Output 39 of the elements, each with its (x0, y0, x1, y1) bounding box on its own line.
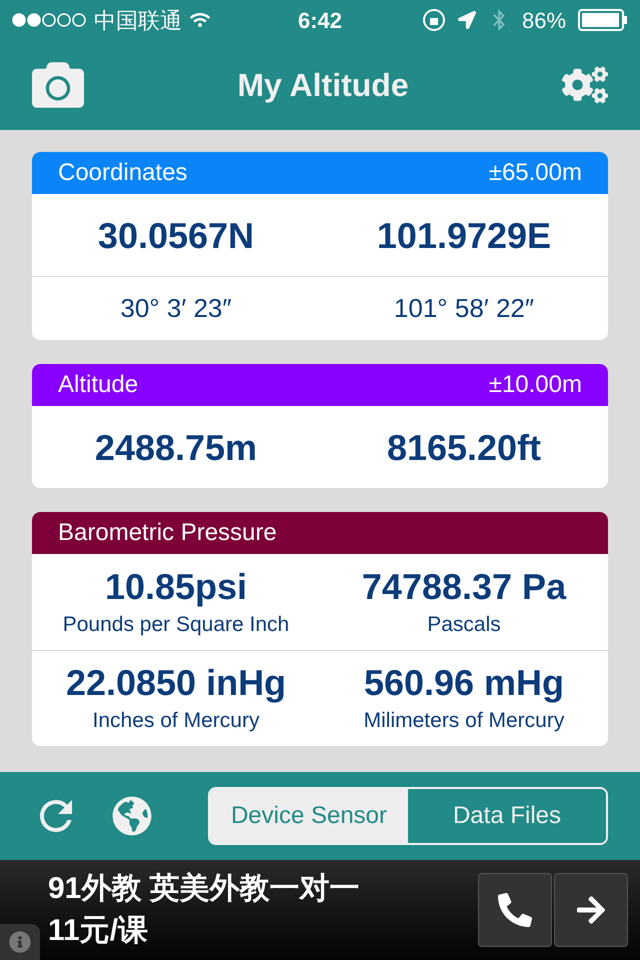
reading-value: 2488.75m (94, 426, 258, 470)
info-button[interactable] (0, 924, 40, 960)
globe-icon (112, 796, 152, 836)
info-icon (9, 931, 31, 953)
globe-button[interactable] (112, 796, 152, 836)
ad-text: 11元/课 (48, 913, 150, 949)
location-icon (458, 11, 476, 29)
call-button[interactable] (478, 873, 552, 947)
reading-caption: Pascals (427, 612, 501, 638)
reading-caption: Pounds per Square Inch (62, 612, 290, 638)
clock-time: 6:42 (298, 6, 342, 34)
reading-value: 10.85psi (104, 564, 248, 609)
ad-text: 91外教 英美外教一对一 (48, 870, 361, 907)
card-title: Altitude (58, 370, 138, 400)
reading-value: 560.96 mHg (364, 661, 564, 706)
accuracy-reading: ±10.00m (488, 370, 582, 400)
open-button[interactable] (554, 873, 628, 947)
wifi-icon (190, 10, 210, 30)
battery-icon (578, 9, 628, 31)
arrow-icon (575, 894, 607, 926)
reading-caption: Inches of Mercury (92, 708, 260, 734)
reading-value: 30° 3′ 23″ (120, 292, 232, 325)
reading-value: 101° 58′ 22″ (394, 292, 534, 325)
reading-value: 22.0850 inHg (66, 661, 286, 706)
card-title: Barometric Pressure (58, 518, 277, 548)
signal-icon (12, 13, 86, 27)
reading-value: 101.9729E (376, 214, 552, 258)
segment-tab[interactable]: Device Sensor (210, 789, 408, 843)
rotation-lock-icon (422, 8, 446, 32)
carrier-name: 中国联通 (94, 6, 182, 34)
phone-icon (498, 893, 532, 927)
reading-value: 74788.37 Pa (362, 564, 566, 609)
accuracy-reading: ±65.00m (488, 158, 582, 188)
battery-percent: 86% (522, 6, 566, 34)
reading-value: 8165.20ft (386, 426, 542, 470)
reading-caption: Milimeters of Mercury (364, 708, 564, 734)
card-title: Coordinates (58, 158, 188, 188)
app-title: My Altitude (237, 66, 409, 105)
reading-value: 30.0567N (98, 214, 254, 258)
